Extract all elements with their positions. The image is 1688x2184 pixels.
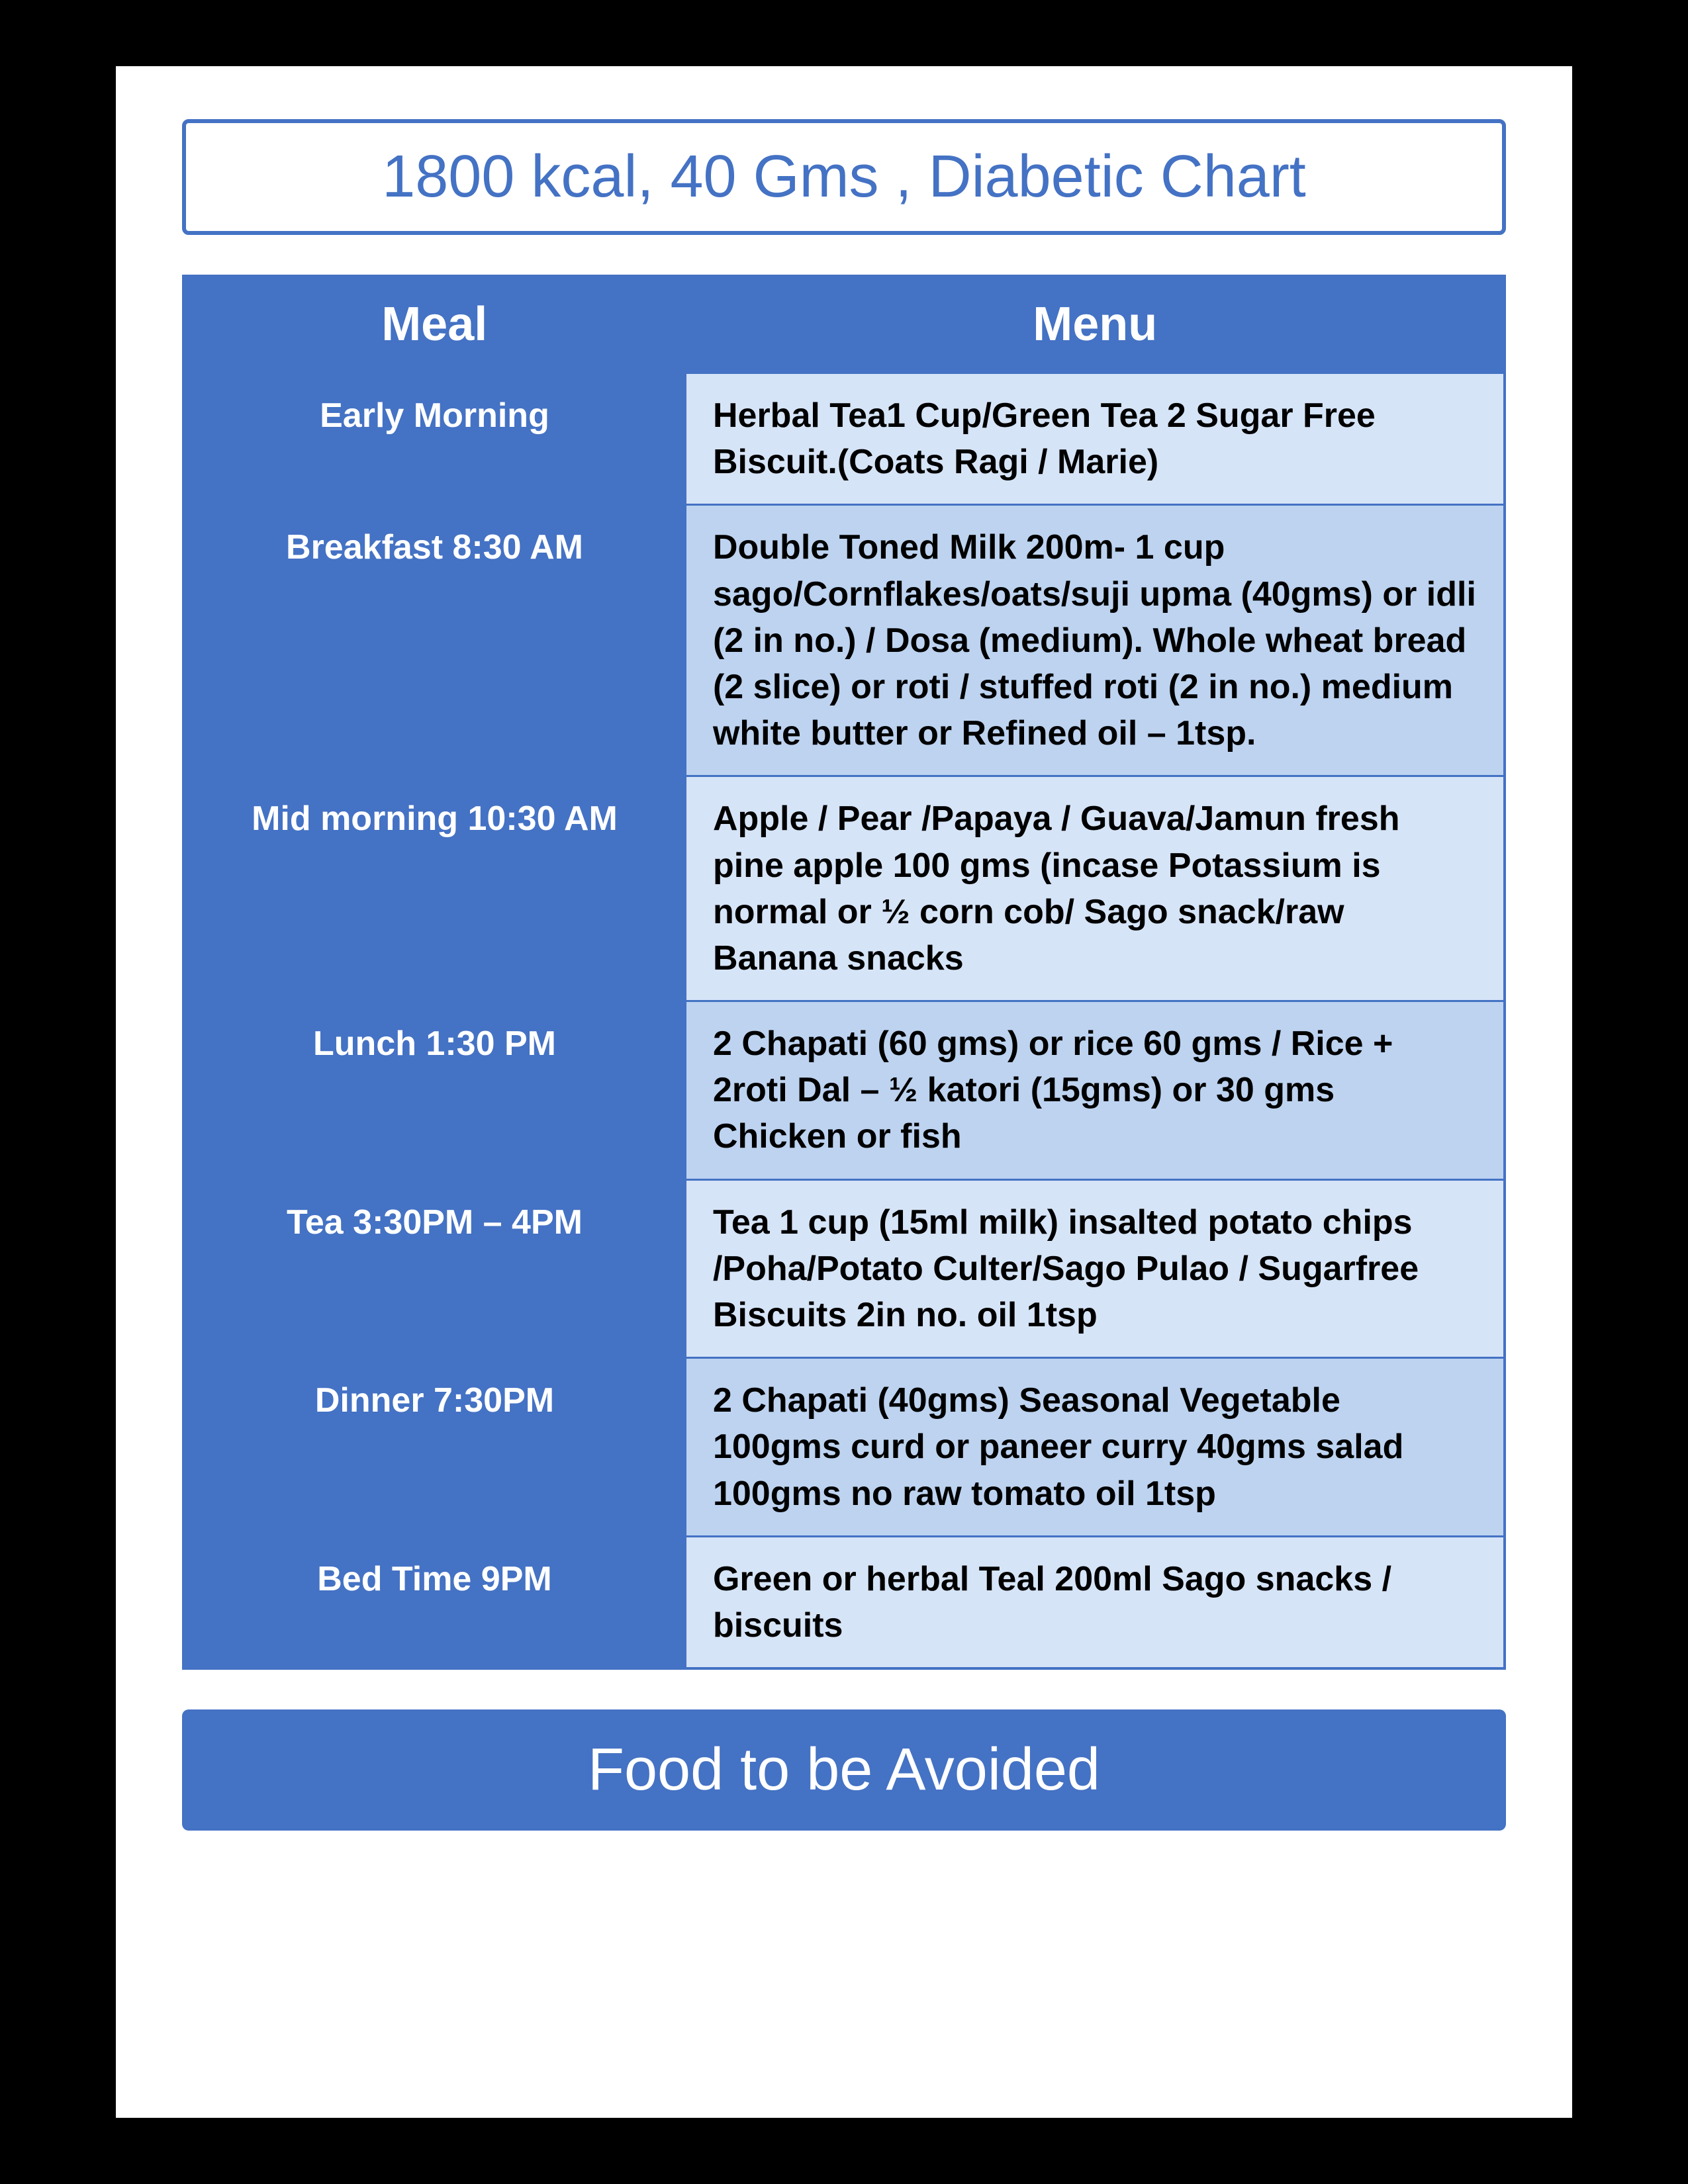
menu-cell: 2 Chapati (60 gms) or rice 60 gms / Rice… [685, 1001, 1505, 1180]
page-title: 1800 kcal, 40 Gms , Diabetic Chart [382, 144, 1306, 210]
meal-cell: Breakfast 8:30 AM [183, 505, 685, 776]
footer-title: Food to be Avoided [588, 1737, 1100, 1803]
table-header-row: Meal Menu [183, 276, 1505, 373]
footer-box: Food to be Avoided [182, 1709, 1506, 1831]
menu-cell: Tea 1 cup (15ml milk) insalted potato ch… [685, 1179, 1505, 1358]
meal-cell: Lunch 1:30 PM [183, 1001, 685, 1180]
menu-cell: Double Toned Milk 200m- 1 cup sago/Cornf… [685, 505, 1505, 776]
meal-cell: Tea 3:30PM – 4PM [183, 1179, 685, 1358]
menu-cell: 2 Chapati (40gms) Seasonal Vegetable 100… [685, 1358, 1505, 1537]
table-row: Tea 3:30PM – 4PMTea 1 cup (15ml milk) in… [183, 1179, 1505, 1358]
col-header-menu: Menu [685, 276, 1505, 373]
table-row: Mid morning 10:30 AMApple / Pear /Papaya… [183, 776, 1505, 1001]
meal-cell: Mid morning 10:30 AM [183, 776, 685, 1001]
meal-cell: Bed Time 9PM [183, 1536, 685, 1668]
menu-cell: Herbal Tea1 Cup/Green Tea 2 Sugar Free B… [685, 373, 1505, 505]
table-row: Breakfast 8:30 AMDouble Toned Milk 200m-… [183, 505, 1505, 776]
menu-cell: Green or herbal Teal 200ml Sago snacks /… [685, 1536, 1505, 1668]
meal-cell: Dinner 7:30PM [183, 1358, 685, 1537]
meal-table: Meal Menu Early MorningHerbal Tea1 Cup/G… [182, 275, 1506, 1670]
table-row: Bed Time 9PMGreen or herbal Teal 200ml S… [183, 1536, 1505, 1668]
col-header-meal: Meal [183, 276, 685, 373]
table-row: Early MorningHerbal Tea1 Cup/Green Tea 2… [183, 373, 1505, 505]
menu-cell: Apple / Pear /Papaya / Guava/Jamun fresh… [685, 776, 1505, 1001]
meal-cell: Early Morning [183, 373, 685, 505]
table-row: Dinner 7:30PM2 Chapati (40gms) Seasonal … [183, 1358, 1505, 1537]
title-box: 1800 kcal, 40 Gms , Diabetic Chart [182, 119, 1506, 235]
table-row: Lunch 1:30 PM2 Chapati (60 gms) or rice … [183, 1001, 1505, 1180]
page: 1800 kcal, 40 Gms , Diabetic Chart Meal … [116, 66, 1572, 2118]
